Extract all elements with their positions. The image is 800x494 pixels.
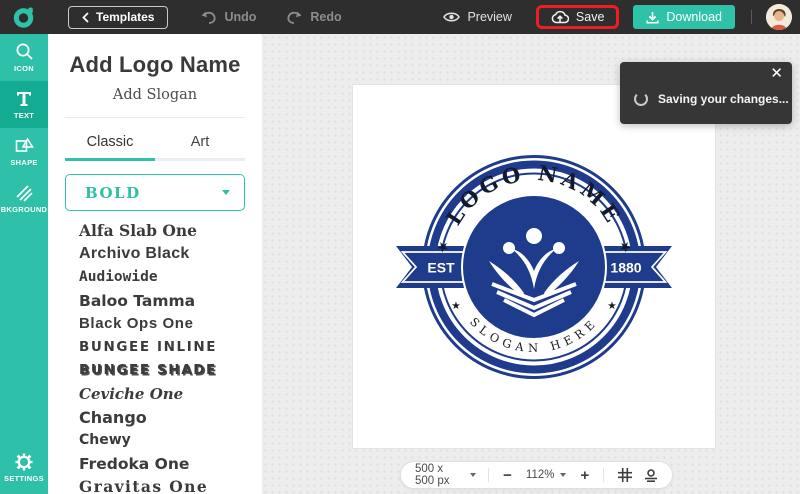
close-icon[interactable]: ✕ [770, 65, 783, 83]
rail-label: SETTINGS [4, 474, 44, 483]
font-weight-dropdown[interactable]: BOLD [65, 174, 245, 211]
canvas-size-dropdown[interactable]: 500 x 500 px [415, 463, 476, 487]
rail-spacer [0, 222, 48, 442]
preview-label: Preview [467, 10, 511, 24]
top-bar: Templates Undo Redo Preview [0, 0, 800, 34]
text-panel: Add Logo Name Add Slogan Classic Art BOL… [48, 34, 262, 494]
snap-align-button[interactable] [644, 469, 658, 482]
eye-icon [443, 11, 460, 23]
year-label: 1880 [610, 260, 641, 276]
est-label: EST [427, 260, 455, 276]
font-list-item[interactable]: BUNGEE SHADE [79, 359, 262, 382]
font-list-item[interactable]: Chango [79, 405, 262, 428]
sidebar-item-text[interactable]: TEXT [0, 81, 48, 128]
text-t-icon [15, 90, 33, 108]
font-list-item[interactable]: Chewy [79, 429, 262, 452]
font-list-item[interactable]: Audiowide [79, 266, 262, 289]
add-slogan-heading[interactable]: Add Slogan [48, 87, 262, 103]
font-list-item[interactable]: Archivo Black [79, 242, 262, 265]
font-list-item[interactable]: BUNGEE INLINE [79, 335, 262, 358]
saving-toast: ✕ Saving your changes... [620, 62, 792, 124]
gear-icon [15, 453, 33, 471]
topbar-right-group: Preview Save Download [443, 4, 800, 30]
rail-label: TEXT [14, 111, 34, 120]
undo-button[interactable]: Undo [200, 10, 256, 24]
download-icon [646, 11, 659, 24]
font-weight-value: BOLD [85, 184, 141, 202]
panel-divider [65, 117, 245, 118]
artboard[interactable]: EST 1880 [353, 85, 715, 448]
badge-logo-graphic: EST 1880 [389, 142, 679, 392]
canvas-toolbar: 500 x 500 px − 112% + [400, 461, 673, 489]
chevron-left-icon [82, 12, 89, 23]
canvas-size-value: 500 x 500 px [415, 463, 461, 487]
rail-label: ICON [14, 64, 34, 73]
tool-rail: ICON TEXT SHAPE BKGROUND [0, 34, 48, 494]
toolbar-divider [488, 468, 489, 482]
undo-icon [200, 10, 217, 24]
background-hatch-icon [15, 184, 33, 202]
font-list-item[interactable]: Baloo Tamma [79, 289, 262, 312]
spinner-icon [634, 92, 648, 106]
font-list-item[interactable]: Alfa Slab One [79, 219, 262, 242]
user-avatar[interactable] [766, 4, 792, 30]
add-logo-name-heading[interactable]: Add Logo Name [48, 52, 262, 78]
zoom-level-dropdown[interactable]: 112% [526, 469, 567, 481]
star-icon: ★ [607, 300, 617, 312]
save-label: Save [576, 10, 605, 24]
toast-message: Saving your changes... [658, 92, 789, 106]
redo-icon [286, 10, 303, 24]
templates-button[interactable]: Templates [68, 6, 168, 29]
topbar-divider [751, 10, 752, 24]
font-list-item[interactable]: Ceviche One [79, 382, 262, 405]
redo-button[interactable]: Redo [286, 10, 341, 24]
toolbar-divider [603, 468, 604, 482]
sidebar-item-icon[interactable]: ICON [0, 34, 48, 81]
star-icon: ★ [451, 300, 461, 312]
font-list: Alfa Slab One Archivo Black Audiowide Ba… [79, 219, 262, 494]
tab-art[interactable]: Art [155, 128, 245, 161]
brand-d-icon [12, 5, 36, 29]
logo-maker-app: Templates Undo Redo Preview [0, 0, 800, 494]
download-label: Download [666, 10, 722, 24]
save-button[interactable]: Save [551, 10, 605, 24]
preview-button[interactable]: Preview [443, 10, 511, 24]
zoom-in-button[interactable]: + [578, 468, 591, 483]
cloud-upload-icon [551, 10, 569, 24]
download-button[interactable]: Download [633, 5, 735, 29]
sidebar-item-settings[interactable]: SETTINGS [0, 442, 48, 494]
sidebar-item-bkground[interactable]: BKGROUND [0, 175, 48, 222]
grid-toggle-button[interactable] [618, 468, 632, 482]
font-tabs: Classic Art [65, 128, 245, 161]
chevron-down-icon [560, 473, 566, 477]
grid-icon [618, 468, 632, 482]
tab-classic[interactable]: Classic [65, 128, 155, 161]
logo-canvas-object[interactable]: EST 1880 [389, 142, 679, 392]
rail-label: SHAPE [10, 158, 37, 167]
font-list-item[interactable]: Gravitas One [79, 475, 262, 494]
toast-content: Saving your changes... [634, 92, 789, 106]
zoom-out-button[interactable]: − [501, 468, 514, 483]
redo-label: Redo [310, 10, 341, 24]
font-list-item[interactable]: Black Ops One [79, 312, 262, 335]
app-logo[interactable] [0, 0, 48, 34]
align-center-icon [644, 469, 658, 482]
chevron-down-icon [222, 190, 230, 195]
zoom-level-value: 112% [526, 469, 555, 481]
rail-label: BKGROUND [1, 205, 48, 214]
chevron-down-icon [470, 473, 476, 477]
avatar-person-icon [766, 4, 792, 30]
shapes-icon [15, 137, 34, 155]
sidebar-item-shape[interactable]: SHAPE [0, 128, 48, 175]
save-highlight-box: Save [536, 5, 620, 29]
templates-label: Templates [96, 10, 154, 24]
font-list-item[interactable]: Fredoka One [79, 452, 262, 475]
undo-label: Undo [224, 10, 256, 24]
search-icon [15, 42, 34, 61]
